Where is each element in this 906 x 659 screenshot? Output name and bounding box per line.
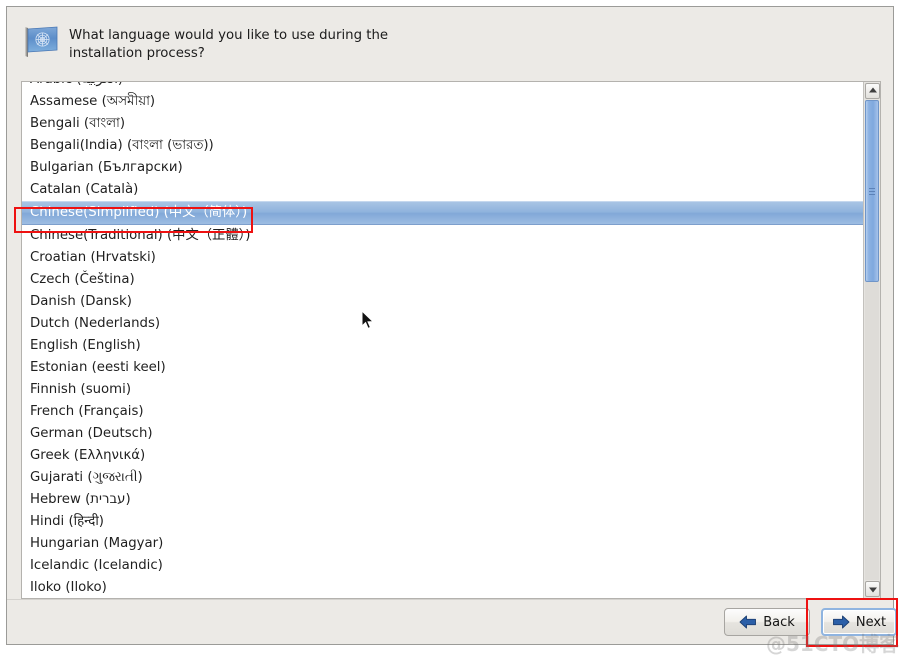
language-list-item[interactable]: Estonian (eesti keel) [22, 357, 863, 379]
language-list-item[interactable]: Bengali(India) (বাংলা (ভারত)) [22, 135, 863, 157]
footer-divider [7, 599, 893, 600]
language-list-item[interactable]: Bulgarian (Български) [22, 157, 863, 179]
back-button[interactable]: Back [724, 608, 810, 636]
language-list-item[interactable]: Chinese(Traditional) (中文（正體）) [22, 225, 863, 247]
back-button-label: Back [763, 614, 795, 630]
language-list-item[interactable]: Greek (Ελληνικά) [22, 445, 863, 467]
language-list-item-selected[interactable]: Chinese(Simplified) (中文（简体）) [22, 201, 863, 225]
language-list-item[interactable]: German (Deutsch) [22, 423, 863, 445]
language-list-item[interactable]: Gujarati (ગુજરાતી) [22, 467, 863, 489]
language-list-item[interactable]: Bengali (বাংলা) [22, 113, 863, 135]
vertical-scrollbar[interactable] [863, 82, 880, 598]
language-list-item[interactable]: English (English) [22, 335, 863, 357]
triangle-down-icon [868, 587, 877, 593]
language-list-item[interactable]: Finnish (suomi) [22, 379, 863, 401]
language-list-viewport[interactable]: Arabic (العربية)Assamese (অসমীয়া)Bengal… [22, 82, 863, 598]
thumb-grip-line [869, 194, 875, 195]
prompt-line-2: installation process? [69, 46, 205, 61]
language-list-item[interactable]: Czech (Čeština) [22, 269, 863, 291]
language-list[interactable]: Arabic (العربية)Assamese (অসমীয়া)Bengal… [22, 82, 863, 598]
next-button[interactable]: Next [821, 608, 897, 636]
arrow-right-icon [832, 615, 850, 629]
language-list-item[interactable]: Hebrew (עברית) [22, 489, 863, 511]
language-list-item[interactable]: Iloko (Iloko) [22, 577, 863, 598]
scrollbar-thumb[interactable] [865, 100, 879, 282]
triangle-up-icon [868, 87, 877, 93]
language-list-panel[interactable]: Arabic (العربية)Assamese (অসমীয়া)Bengal… [21, 81, 881, 599]
language-list-item[interactable]: Dutch (Nederlands) [22, 313, 863, 335]
language-list-item[interactable]: Hindi (हिन्दी) [22, 511, 863, 533]
language-list-item[interactable]: Arabic (العربية) [22, 82, 863, 91]
language-list-item[interactable]: Danish (Dansk) [22, 291, 863, 313]
thumb-grip-line [869, 191, 875, 192]
arrow-left-icon [739, 615, 757, 629]
un-flag-icon [25, 26, 58, 57]
language-list-item[interactable]: Hungarian (Magyar) [22, 533, 863, 555]
language-list-item[interactable]: Icelandic (Icelandic) [22, 555, 863, 577]
language-list-item[interactable]: Catalan (Català) [22, 179, 863, 201]
prompt-text: What language would you like to use duri… [69, 24, 388, 63]
language-list-item[interactable]: Croatian (Hrvatski) [22, 247, 863, 269]
next-button-label: Next [855, 614, 887, 630]
installer-window: What language would you like to use duri… [6, 6, 897, 646]
prompt-line-1: What language would you like to use duri… [69, 28, 389, 43]
scroll-up-button[interactable] [865, 83, 880, 99]
scroll-down-button[interactable] [865, 581, 880, 597]
language-list-item[interactable]: Assamese (অসমীয়া) [22, 91, 863, 113]
header: What language would you like to use duri… [7, 7, 893, 73]
scrollbar-track[interactable] [865, 100, 879, 580]
language-list-item[interactable]: French (Français) [22, 401, 863, 423]
footer: Back Next [7, 599, 897, 644]
thumb-grip-line [869, 188, 875, 189]
